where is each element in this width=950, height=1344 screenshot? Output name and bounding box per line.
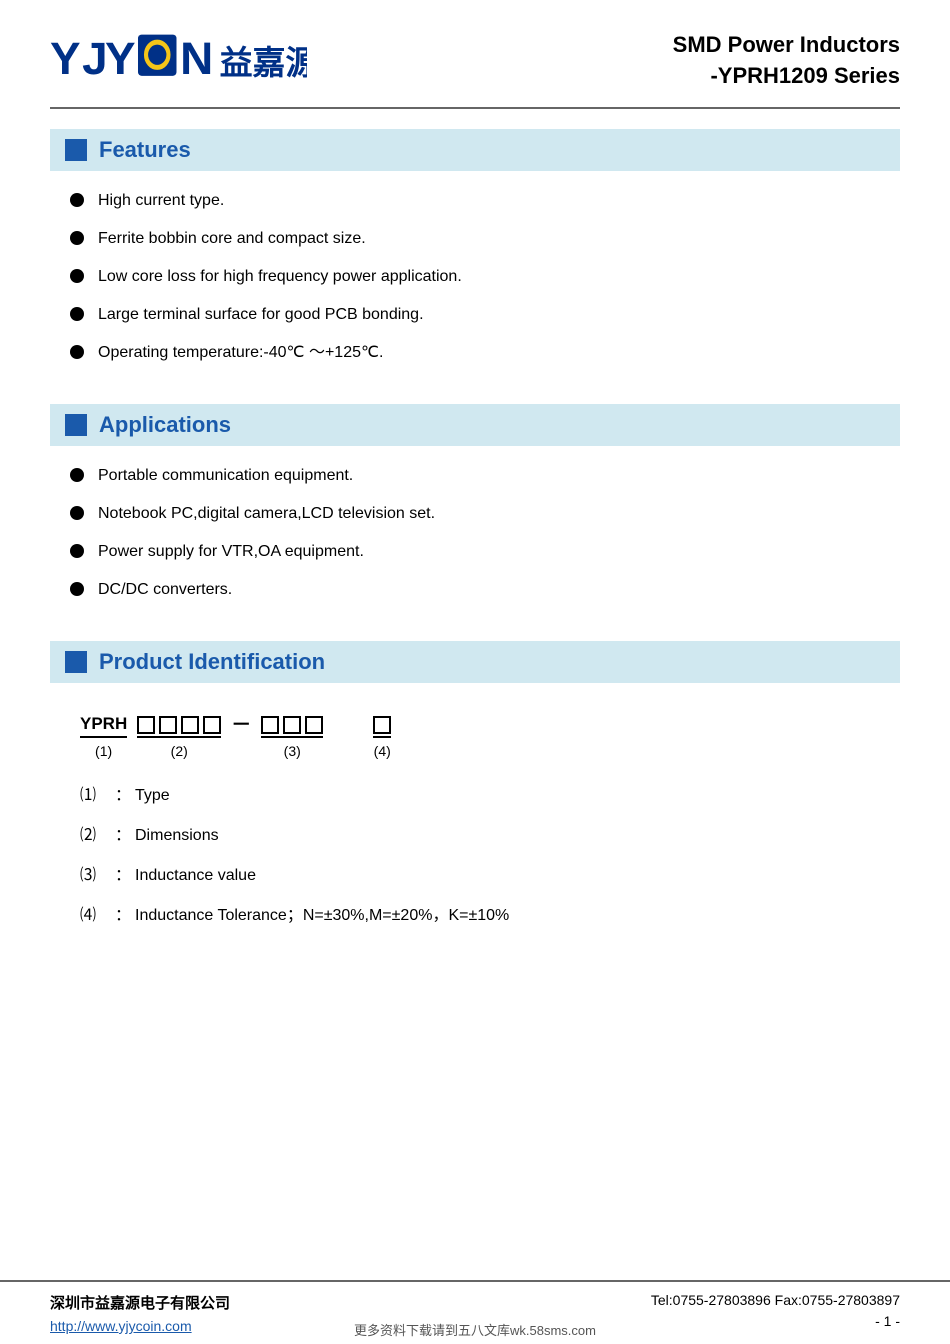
product-id-icon — [65, 651, 87, 673]
watermark-text: 更多资料下载请到五八文库wk.58sms.com — [0, 1320, 950, 1339]
pid-boxes-1 — [373, 716, 391, 738]
svg-text:Y: Y — [50, 33, 81, 84]
list-item: DC/DC converters. — [70, 578, 900, 602]
pid-group-1: YPRH (1) — [80, 714, 127, 759]
svg-text:J: J — [82, 33, 108, 84]
pid-group-2: (2) — [137, 716, 221, 759]
pid-group2-num: (2) — [171, 743, 188, 759]
title-line1: SMD Power Inductors — [673, 30, 900, 61]
pid-desc-text-2: Dimensions — [135, 824, 219, 848]
logo-area: Y J Y N 益嘉源 — [50, 30, 307, 85]
pid-desc-text-1: Type — [135, 784, 170, 808]
pid-box — [373, 716, 391, 734]
pid-desc-colon-2: ： — [115, 824, 135, 848]
page-header: Y J Y N 益嘉源 SMD Power Inductors -YPRH120… — [50, 30, 900, 109]
features-list: High current type. Ferrite bobbin core a… — [50, 189, 900, 394]
pid-desc-colon-3: ： — [115, 864, 135, 888]
pid-box — [305, 716, 323, 734]
pid-boxes-4 — [137, 716, 221, 738]
features-section-header: Features — [50, 129, 900, 171]
bullet-dot — [70, 468, 84, 482]
pid-desc-num-1: ⑴ — [80, 784, 115, 808]
list-item: Power supply for VTR,OA equipment. — [70, 540, 900, 564]
pid-group-4: (4) — [373, 716, 391, 759]
pid-boxes-3 — [261, 716, 323, 738]
features-icon — [65, 139, 87, 161]
pid-desc-item-1: ⑴ ： Type — [80, 784, 900, 808]
pid-box — [261, 716, 279, 734]
svg-text:益嘉源: 益嘉源 — [220, 45, 307, 82]
bullet-dot — [70, 193, 84, 207]
pid-desc-num-2: ⑵ — [80, 824, 115, 848]
pid-box — [137, 716, 155, 734]
features-title: Features — [99, 137, 191, 163]
product-identification-section-header: Product Identification — [50, 641, 900, 683]
applications-title: Applications — [99, 412, 231, 438]
applications-list: Portable communication equipment. Notebo… — [50, 464, 900, 631]
pid-desc-item-3: ⑶ ： Inductance value — [80, 864, 900, 888]
svg-text:N: N — [180, 33, 213, 84]
footer-contact: Tel:0755-27803896 Fax:0755-27803897 — [651, 1292, 900, 1308]
applications-icon — [65, 414, 87, 436]
pid-box — [203, 716, 221, 734]
pid-prefix: YPRH — [80, 714, 127, 738]
pid-desc-num-4: ⑷ — [80, 904, 115, 928]
list-item: Large terminal surface for good PCB bond… — [70, 303, 900, 327]
list-item: Ferrite bobbin core and compact size. — [70, 227, 900, 251]
pid-group3-num: (3) — [284, 743, 301, 759]
list-item: Notebook PC,digital camera,LCD televisio… — [70, 502, 900, 526]
pid-group1-num: (1) — [95, 743, 112, 759]
bullet-dot — [70, 345, 84, 359]
pid-desc-colon-4: ： — [115, 904, 135, 928]
pid-desc-colon-1: ： — [115, 784, 135, 808]
pid-desc-text-3: Inductance value — [135, 864, 256, 888]
applications-section-header: Applications — [50, 404, 900, 446]
list-item: Portable communication equipment. — [70, 464, 900, 488]
pid-box — [159, 716, 177, 734]
pid-box — [181, 716, 199, 734]
footer-company-name: 深圳市益嘉源电子有限公司 — [50, 1292, 230, 1313]
bullet-dot — [70, 544, 84, 558]
pid-desc-item-2: ⑵ ： Dimensions — [80, 824, 900, 848]
product-id-diagram: YPRH (1) (2) － (3) — [80, 708, 900, 759]
pid-separator: － — [231, 708, 251, 737]
bullet-dot — [70, 307, 84, 321]
document-title: SMD Power Inductors -YPRH1209 Series — [673, 30, 900, 92]
pid-group4-num: (4) — [374, 743, 391, 759]
bullet-dot — [70, 582, 84, 596]
product-identification-title: Product Identification — [99, 649, 325, 675]
bullet-dot — [70, 506, 84, 520]
pid-group-3: (3) — [261, 716, 323, 759]
pid-box — [283, 716, 301, 734]
company-logo: Y J Y N 益嘉源 — [50, 30, 307, 85]
bullet-dot — [70, 269, 84, 283]
pid-descriptions: ⑴ ： Type ⑵ ： Dimensions ⑶ ： Inductance v… — [80, 784, 900, 928]
bullet-dot — [70, 231, 84, 245]
title-line2: -YPRH1209 Series — [673, 61, 900, 92]
pid-desc-item-4: ⑷ ： Inductance Tolerance；N=±30%,M=±20%，K… — [80, 904, 900, 928]
pid-desc-text-4: Inductance Tolerance；N=±30%,M=±20%，K=±10… — [135, 904, 509, 928]
list-item: High current type. — [70, 189, 900, 213]
list-item: Operating temperature:-40℃ ～+125℃. — [70, 341, 900, 365]
pid-desc-num-3: ⑶ — [80, 864, 115, 888]
list-item: Low core loss for high frequency power a… — [70, 265, 900, 289]
svg-text:Y: Y — [105, 33, 136, 84]
